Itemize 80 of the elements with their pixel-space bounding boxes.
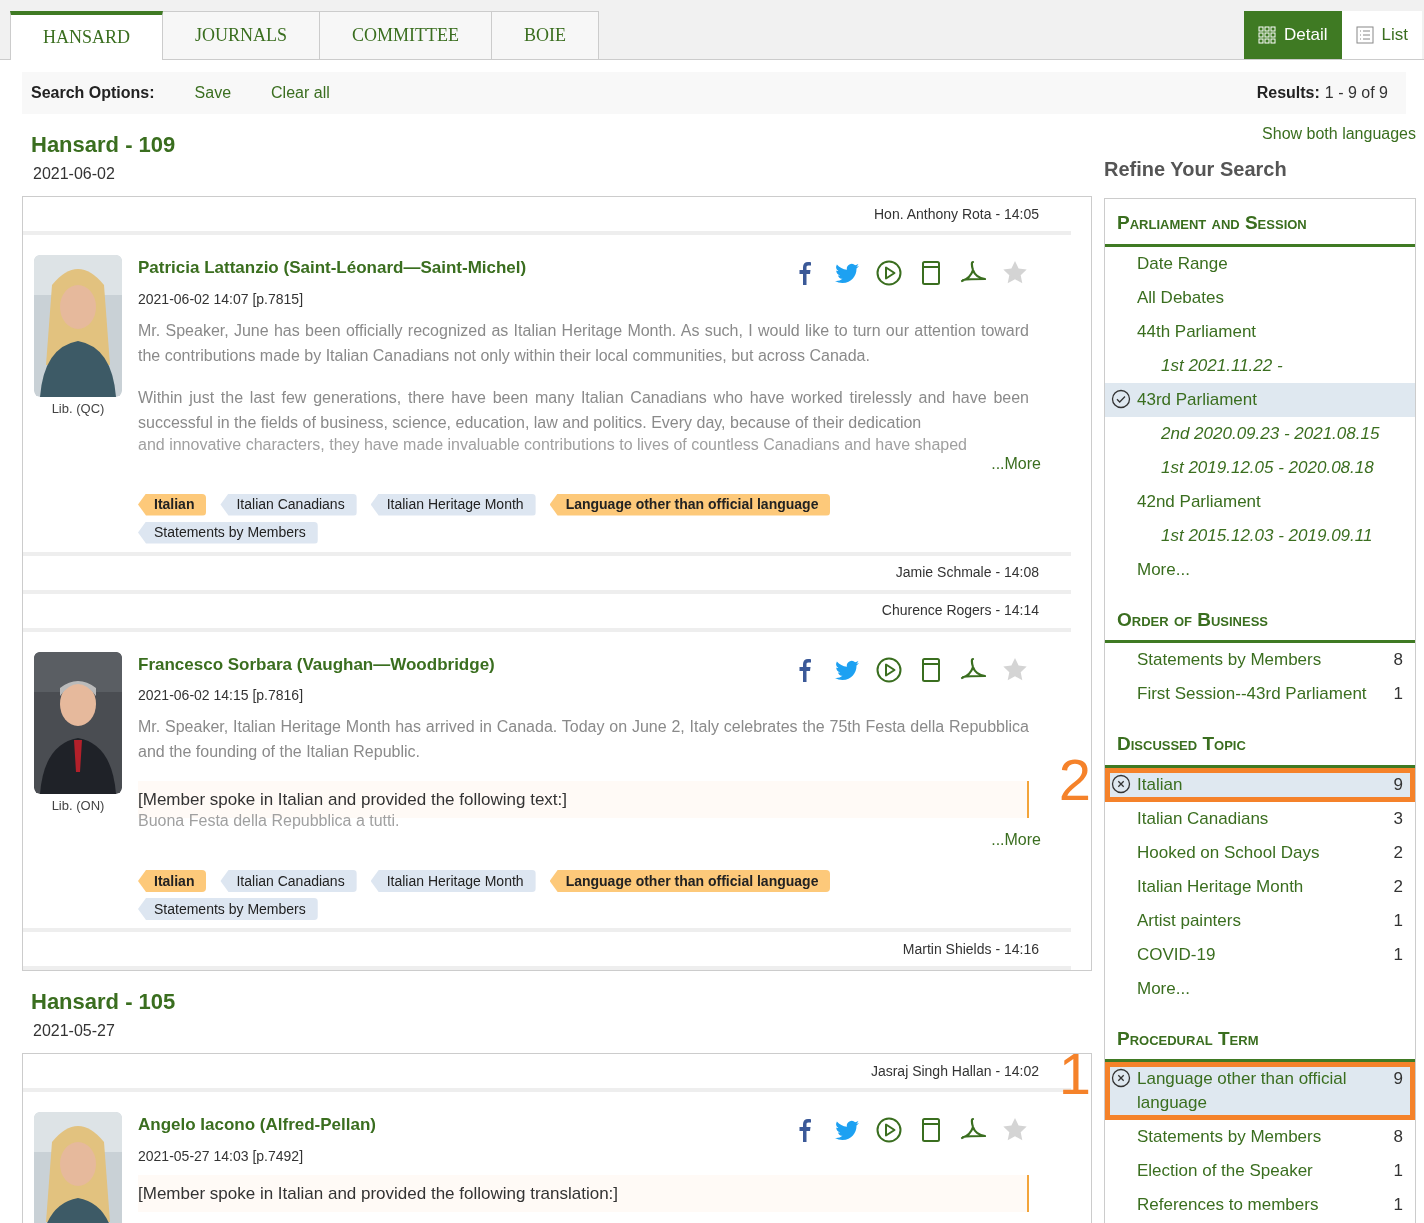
sitting-title: Hansard - 109	[31, 132, 177, 158]
filter-item[interactable]: 44th Parliament	[1105, 314, 1415, 349]
list-icon	[1355, 26, 1374, 44]
show-both-languages-link[interactable]: Show both languages	[1262, 122, 1416, 146]
sitting-title: Hansard - 105	[31, 989, 177, 1015]
filter-item[interactable]: Date Range	[1105, 246, 1415, 281]
speaker-time: Jasraj Singh Hallan - 14:02	[870, 1061, 1039, 1081]
tag[interactable]: Italian	[138, 493, 207, 516]
speech-timestamp: 2021-06-02 14:15 [p.7816]	[138, 686, 305, 705]
play-icon	[875, 259, 903, 287]
link[interactable]: Clear all	[271, 81, 330, 105]
view-toggle-button[interactable]: List	[1341, 11, 1422, 59]
speaker-name-link[interactable]: Angelo Iacono (Alfred-Pellan)	[138, 1112, 377, 1138]
filter-item[interactable]: All Debates	[1105, 280, 1415, 315]
sitting-date: 2021-05-27	[33, 1021, 116, 1041]
filter-item[interactable]: Italian Heritage Month 2	[1105, 869, 1415, 904]
speech-paragraph: and innovative characters, they have made invaluable contributions to lives of countless Canadians and have shaped	[138, 435, 968, 454]
speaker-time: Jamie Schmale - 14:08	[895, 563, 1039, 582]
tag[interactable]: Italian Heritage Month	[370, 493, 536, 516]
tag[interactable]: Language other than official language	[549, 870, 831, 892]
check-icon	[1111, 388, 1131, 409]
speaker-time: Hon. Anthony Rota - 14:05	[874, 204, 1039, 224]
filter-item[interactable]: More...	[1105, 971, 1415, 1006]
tag[interactable]: Language other than official language	[549, 493, 831, 516]
filter-item[interactable]: References to members 1	[1105, 1188, 1415, 1222]
filter-item[interactable]: Statements by Members 8	[1105, 643, 1415, 677]
filter-item[interactable]: 42nd Parliament	[1105, 484, 1415, 519]
speech-paragraph: Mr. Speaker, Italian Heritage Month has arrived in Canada. Today on June 2, Italy celebrates the 75th Festa della Repubblica and the founding of the Italian Republic.	[138, 717, 1029, 762]
filter-item[interactable]: More...	[1105, 552, 1415, 587]
filter-item[interactable]: Statements by Members 8	[1105, 1120, 1415, 1154]
filter-item[interactable]: 1st 2019.12.05 - 2020.08.18	[1105, 450, 1415, 485]
tab[interactable]: BOIE	[492, 11, 600, 59]
more-link[interactable]: ...More	[991, 451, 1041, 476]
remove-icon	[1111, 1068, 1131, 1088]
annotation-number: 2	[1058, 757, 1091, 802]
filter-item[interactable]: 43rd Parliament	[1105, 382, 1415, 417]
speech-timestamp: 2021-06-02 14:07 [p.7815]	[138, 289, 305, 309]
party-label: Lib. (ON)	[51, 796, 105, 815]
filter-item[interactable]: Hooked on School Days 2	[1105, 835, 1415, 870]
filter-item[interactable]: First Session--43rd Parliament 1	[1105, 677, 1415, 711]
speaker-time: Churence Rogers - 14:14	[881, 601, 1039, 620]
party-label: Lib. (QC)	[51, 400, 105, 418]
speech-paragraph: Mr. Speaker, June has been officially recognized as Italian Heritage Month. As such, I would like to turn our attention toward the contributions made by Italian Canadians not only within their local communities, but across Canada.	[138, 320, 1029, 366]
section-heading: Parliament and Session	[1105, 199, 1415, 247]
annotation-number: 1	[1058, 1052, 1091, 1096]
tag[interactable]: Italian Canadians	[220, 493, 357, 516]
link[interactable]: Save	[194, 81, 232, 105]
tag[interactable]: Italian Canadians	[220, 870, 357, 892]
tab[interactable]: JOURNALS	[163, 11, 321, 59]
remove-icon	[1111, 773, 1131, 794]
tag[interactable]: Italian	[138, 870, 207, 892]
refine-title: Refine Your Search	[1104, 157, 1288, 182]
filter-item[interactable]: Italian Canadians 3	[1105, 801, 1415, 836]
speaker-name-link[interactable]: Patricia Lattanzio (Saint-Léonard—Saint-Michel)	[138, 255, 527, 281]
filter-item[interactable]: 1st 2015.12.03 - 2019.09.11	[1105, 518, 1415, 553]
filter-item[interactable]: 1st 2021.11.22 -	[1105, 348, 1415, 383]
tab[interactable]: HANSARD	[10, 11, 163, 60]
tab[interactable]: COMMITTEE	[320, 11, 493, 59]
section-heading: Order of Business	[1105, 595, 1415, 643]
more-link[interactable]: ...More	[991, 828, 1041, 852]
tag[interactable]: Italian Heritage Month	[370, 870, 536, 892]
play-icon	[875, 1116, 903, 1144]
view-toggle-button[interactable]: Detail	[1244, 11, 1342, 59]
speaker-name-link[interactable]: Francesco Sorbara (Vaughan—Woodbridge)	[138, 651, 495, 677]
play-icon	[875, 655, 903, 684]
search-options-label: Search Options:	[31, 83, 155, 103]
sitting-date: 2021-06-02	[33, 164, 116, 184]
results-label: Results:	[1256, 83, 1320, 103]
results-count: 1 - 9 of 9	[1324, 83, 1388, 103]
grid-icon	[1258, 26, 1277, 44]
tag[interactable]: Statements by Members	[138, 521, 318, 544]
filter-item[interactable]: Artist painters 1	[1105, 903, 1415, 938]
speaker-time: Martin Shields - 14:16	[902, 939, 1039, 959]
tag[interactable]: Statements by Members	[138, 898, 318, 920]
speech-timestamp: 2021-05-27 14:03 [p.7492]	[138, 1146, 305, 1166]
speech-paragraph: Within just the last few generations, there have been many Italian Canadians who have worked tirelessly and have been successful in the fields of business, science, education, law and politics. Every day, because of their dedication	[138, 387, 1029, 433]
filter-item[interactable]: COVID-19 1	[1105, 937, 1415, 972]
filter-item[interactable]: Election of the Speaker 1	[1105, 1154, 1415, 1188]
filter-item[interactable]: 2nd 2020.09.23 - 2021.08.15	[1105, 416, 1415, 451]
translation-note: [Member spoke in Italian and provided the following translation:]	[138, 1174, 1029, 1212]
